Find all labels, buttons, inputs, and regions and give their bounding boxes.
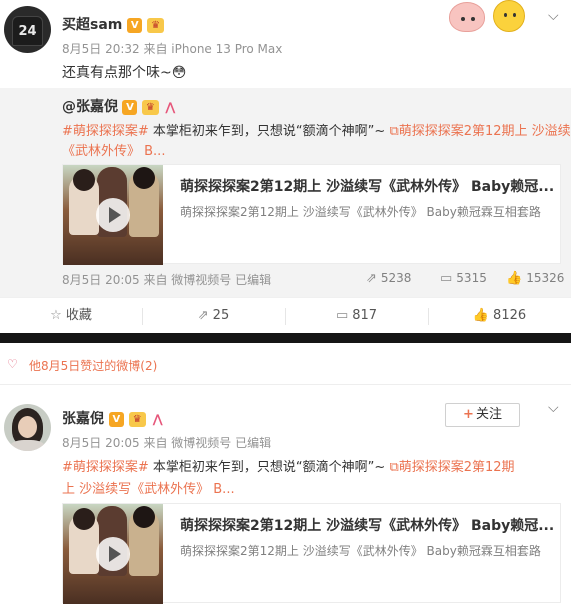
play-icon[interactable] (96, 198, 130, 232)
liked-posts-text[interactable]: 他8月5日赞过的微博(2) (29, 357, 157, 374)
post-text-content: 还真有点那个味~ (62, 65, 172, 81)
video-link-continued[interactable]: 《武林外传》 B... (62, 144, 165, 159)
star-icon: ☆ (50, 308, 62, 323)
like-count-value: 15326 (526, 271, 565, 285)
feed-card-repost: 24 买超sam V ♛ ⌵ 8月5日 20:32 来自 iPhone 13 P… (0, 0, 571, 333)
section-divider (0, 333, 571, 343)
favorite-label: 收藏 (65, 308, 92, 323)
chevron-down-icon[interactable]: ⌵ (548, 8, 559, 24)
liked-posts-bar[interactable]: ♡ 他8月5日赞过的微博(2) (0, 343, 571, 385)
repost-count[interactable]: ⇗ 5238 (366, 271, 411, 286)
post-body: 本掌柜初来乍到，只想说“额滴个神啊”~ (148, 460, 390, 475)
follow-button[interactable]: + 关注 (445, 403, 520, 427)
embarrassed-emoji-icon: 😳 (171, 65, 187, 81)
video-title[interactable]: 萌探探探案2第12期上 沙溢续写《武林外传》 Baby赖冠... (180, 176, 554, 196)
comment-button[interactable]: ▭ 817 (285, 298, 428, 334)
comment-icon: ▭ (335, 308, 349, 323)
thumb-up-icon: 👍 (472, 308, 490, 323)
crown-badge-icon[interactable]: ♛ (147, 17, 165, 33)
repost-icon: ⇗ (197, 308, 209, 323)
crown-badge-icon[interactable]: ♛ (141, 99, 159, 115)
rank-badge-icon[interactable]: ⋀ (163, 100, 177, 114)
username-2[interactable]: 张嘉倪 V ♛ ⋀ (62, 408, 165, 428)
like-button[interactable]: 👍 8126 (428, 298, 571, 334)
video-card-1[interactable]: 萌探探探案2第12期上 沙溢续写《武林外传》 Baby赖冠... 萌探探探案2第… (62, 164, 561, 265)
chevron-down-icon[interactable]: ⌵ (548, 400, 559, 416)
video-subtitle: 萌探探探案2第12期上 沙溢续写《武林外传》 Baby赖冠霖互相套路 (180, 205, 541, 219)
avatar-user-1[interactable]: 24 (4, 6, 51, 53)
repost-body: 本掌柜初来乍到，只想说“额滴个神啊”~ (148, 124, 390, 139)
follow-label: 关注 (475, 407, 502, 422)
video-title[interactable]: 萌探探探案2第12期上 沙溢续写《武林外传》 Baby赖冠... (180, 515, 554, 535)
video-link[interactable]: 萌探探探案2第12期 (399, 460, 515, 475)
chick-sticker-icon (493, 0, 525, 32)
like-count[interactable]: 👍 15326 (506, 271, 564, 286)
comment-count[interactable]: ▭ 5315 (440, 271, 487, 286)
comment-icon: ▭ (440, 271, 453, 286)
comment-label: 817 (352, 308, 378, 323)
video-link[interactable]: 萌探探探案2第12期上 沙溢续写 (399, 124, 571, 139)
repost-icon: ⇗ (366, 271, 377, 286)
sticker-decoration (449, 0, 549, 34)
repost-body-line1: #萌探探探案# 本掌柜初来乍到，只想说“额滴个神啊”~ ⧉萌探探探案2第12期上… (62, 120, 571, 139)
video-thumbnail[interactable] (63, 165, 163, 265)
plus-icon: + (463, 407, 474, 422)
peach-sticker-icon (449, 2, 485, 32)
video-link-continued[interactable]: 上 沙溢续写《武林外传》 B... (62, 482, 235, 497)
video-thumbnail[interactable] (63, 504, 163, 604)
video-card-2[interactable]: 萌探探探案2第12期上 沙溢续写《武林外传》 Baby赖冠... 萌探探探案2第… (62, 503, 561, 604)
reposted-content[interactable]: @张嘉倪 V ♛ ⋀ #萌探探探案# 本掌柜初来乍到，只想说“额滴个神啊”~ ⧉… (0, 88, 571, 297)
rank-badge-icon[interactable]: ⋀ (151, 412, 165, 426)
repost-author-line: @张嘉倪 V ♛ ⋀ (62, 96, 177, 116)
feed-card-original: 张嘉倪 V ♛ ⋀ + 关注 ⌵ 8月5日 20:05 来自 微博视频号 已编辑 … (0, 386, 571, 607)
repost-count-value: 5238 (380, 271, 412, 285)
repost-label: 25 (212, 308, 230, 323)
crown-badge-icon[interactable]: ♛ (128, 411, 146, 427)
heart-icon: ♡ (7, 357, 18, 371)
post-meta-1[interactable]: 8月5日 20:32 来自 iPhone 13 Pro Max (62, 40, 282, 57)
post-meta-2[interactable]: 8月5日 20:05 来自 微博视频号 已编辑 (62, 434, 271, 451)
username-text[interactable]: 买超sam (62, 17, 122, 33)
favorite-button[interactable]: ☆ 收藏 (0, 298, 142, 334)
repost-meta[interactable]: 8月5日 20:05 来自 微博视频号 已编辑 (62, 271, 271, 288)
avatar-user-2[interactable] (4, 404, 51, 451)
username-1[interactable]: 买超sam V ♛ (62, 14, 165, 34)
avatar-jersey-number: 24 (18, 24, 37, 39)
repost-author[interactable]: @张嘉倪 (62, 99, 118, 115)
vip-badge-icon[interactable]: V (122, 99, 138, 115)
post-body-line2: 上 沙溢续写《武林外传》 B... (62, 478, 235, 497)
link-video-icon[interactable]: ⧉ (389, 124, 398, 139)
action-bar-1: ☆ 收藏 ⇗ 25 ▭ 817 👍 8126 (0, 297, 571, 333)
username-text[interactable]: 张嘉倪 (62, 411, 104, 427)
repost-body-line2: 《武林外传》 B... (62, 140, 165, 159)
topic-link[interactable]: #萌探探探案# (62, 460, 149, 475)
vip-badge-icon[interactable]: V (127, 17, 143, 33)
thumb-up-icon: 👍 (506, 271, 523, 286)
like-label: 8126 (493, 308, 527, 323)
post-body-line1: #萌探探探案# 本掌柜初来乍到，只想说“额滴个神啊”~ ⧉萌探探探案2第12期 (62, 456, 515, 475)
vip-badge-icon[interactable]: V (108, 411, 124, 427)
comment-count-value: 5315 (456, 271, 487, 285)
topic-link[interactable]: #萌探探探案# (62, 124, 149, 139)
video-subtitle: 萌探探探案2第12期上 沙溢续写《武林外传》 Baby赖冠霖互相套路 (180, 544, 541, 558)
repost-button[interactable]: ⇗ 25 (142, 298, 285, 334)
play-icon[interactable] (96, 537, 130, 571)
post-text-1: 还真有点那个味~😳 (62, 62, 186, 82)
link-video-icon[interactable]: ⧉ (389, 460, 398, 475)
